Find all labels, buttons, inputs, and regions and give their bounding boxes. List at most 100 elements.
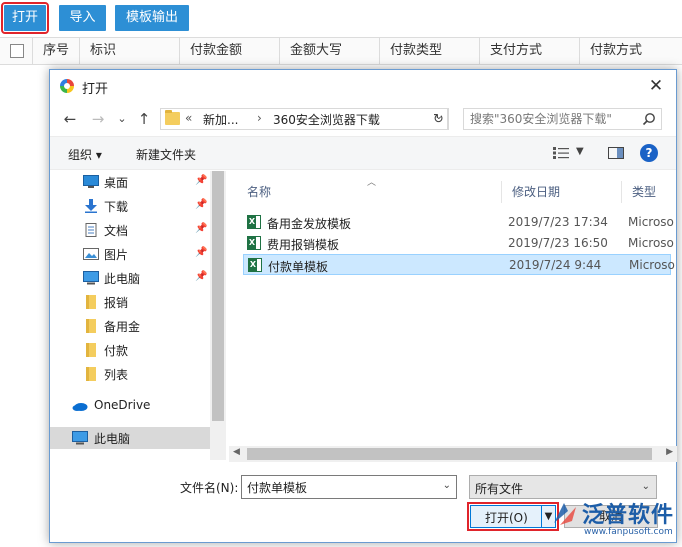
pin-icon[interactable]: 📌	[195, 199, 207, 210]
excel-file-icon	[248, 258, 262, 272]
nav-item-onedrive[interactable]: OneDrive	[50, 395, 210, 417]
forward-arrow-icon[interactable]: →	[88, 108, 108, 130]
column-header[interactable]: 金额大写	[279, 38, 342, 64]
file-type: Microso	[628, 215, 674, 229]
file-date: 2019/7/23 17:34	[508, 215, 608, 229]
file-row[interactable]: 费用报销模板 2019/7/23 16:50 Microso	[243, 233, 674, 254]
excel-file-icon	[247, 236, 261, 250]
preview-pane-icon[interactable]	[608, 147, 624, 159]
pin-icon[interactable]: 📌	[195, 247, 207, 258]
search-box[interactable]	[463, 108, 662, 130]
folder-icon	[86, 319, 96, 333]
desktop-icon	[83, 175, 99, 188]
breadcrumb-separator[interactable]: ›	[257, 111, 262, 125]
nav-item-folder[interactable]: 列表	[50, 363, 210, 385]
organize-menu[interactable]: 组织 ▾	[68, 146, 102, 163]
scroll-left-icon[interactable]: ◀	[233, 447, 240, 457]
nav-item-folder[interactable]: 付款	[50, 339, 210, 361]
help-icon[interactable]: ?	[640, 144, 658, 162]
nav-item-label: 此电脑	[104, 272, 141, 286]
address-bar[interactable]: « 新加... › 360安全浏览器下载 ⌄	[160, 108, 448, 130]
filename-combobox[interactable]: ⌄	[241, 475, 457, 499]
file-name: 付款单模板	[268, 260, 329, 274]
file-date: 2019/7/24 9:44	[509, 258, 602, 272]
column-header[interactable]: 序号	[32, 38, 69, 64]
template-export-button[interactable]: 模板输出	[115, 5, 189, 31]
scrollbar-thumb[interactable]	[212, 171, 224, 421]
computer-icon	[72, 431, 88, 445]
nav-item-this-pc[interactable]: 此电脑	[50, 427, 210, 449]
file-row[interactable]: 备用金发放模板 2019/7/23 17:34 Microso	[243, 212, 674, 233]
brand-logo-icon	[554, 503, 576, 525]
search-icon[interactable]	[642, 112, 656, 126]
navigation-pane: 桌面 📌 下载 📌 文档 📌 图片 📌 此电脑 📌 报销 备用金 付款 列表 O…	[50, 171, 226, 460]
file-type-filter[interactable]: 所有文件 ⌄	[469, 475, 657, 499]
folder-icon	[86, 343, 96, 357]
column-date-modified[interactable]: 修改日期	[501, 181, 621, 203]
nav-item-pictures[interactable]: 图片 📌	[50, 243, 210, 265]
view-dropdown-icon[interactable]: ▼	[576, 146, 584, 157]
nav-item-this-pc-pinned[interactable]: 此电脑 📌	[50, 267, 210, 289]
close-button[interactable]: ✕	[636, 70, 676, 102]
chevron-down-icon[interactable]: ⌄	[642, 481, 650, 492]
pin-icon[interactable]: 📌	[195, 271, 207, 282]
document-icon	[85, 223, 97, 237]
open-file-dialog: 打开 ✕ ← → ⌄ ↑ « 新加... › 360安全浏览器下载 ⌄ ↻ 组织…	[49, 69, 677, 543]
pin-icon[interactable]: 📌	[195, 175, 207, 186]
nav-item-documents[interactable]: 文档 📌	[50, 219, 210, 241]
pin-icon[interactable]: 📌	[195, 223, 207, 234]
filename-input[interactable]	[242, 476, 432, 498]
up-arrow-icon[interactable]: ↑	[134, 108, 154, 130]
nav-item-label: 图片	[104, 248, 129, 262]
column-name[interactable]: 名称	[237, 181, 501, 203]
new-folder-button[interactable]: 新建文件夹	[136, 146, 196, 163]
column-type[interactable]: 类型	[621, 181, 677, 203]
chevron-down-icon[interactable]: ⌄	[443, 480, 451, 491]
browser-logo-icon	[60, 79, 74, 93]
grid-header: 序号 标识 付款金额 金额大写 付款类型 支付方式 付款方式	[0, 37, 682, 65]
open-button[interactable]: 打开	[1, 2, 49, 34]
download-arrow-icon	[85, 199, 97, 213]
nav-item-label: 文档	[104, 224, 129, 238]
nav-item-label: 桌面	[104, 176, 129, 190]
file-row-selected[interactable]: 付款单模板 2019/7/24 9:44 Microso	[243, 254, 675, 275]
file-list-header: ︿ 名称 修改日期 类型	[229, 178, 677, 203]
column-header[interactable]: 支付方式	[479, 38, 542, 64]
back-arrow-icon[interactable]: ←	[60, 108, 80, 130]
breadcrumb-overflow[interactable]: «	[185, 111, 192, 125]
recent-locations-chevron-icon[interactable]: ⌄	[112, 108, 132, 130]
select-all-checkbox[interactable]	[10, 44, 24, 58]
view-options-icon[interactable]	[553, 147, 569, 159]
breadcrumb-item[interactable]: 新加...	[203, 111, 238, 128]
folder-icon	[165, 110, 180, 125]
breadcrumb-item[interactable]: 360安全浏览器下载	[273, 111, 380, 128]
search-input[interactable]	[464, 109, 640, 129]
dialog-open-button[interactable]: 打开(O) ▼	[467, 502, 559, 531]
computer-icon	[83, 271, 99, 285]
dialog-titlebar[interactable]: 打开 ✕	[50, 70, 676, 102]
file-type-filter-value: 所有文件	[475, 482, 524, 496]
filename-label: 文件名(N):	[180, 481, 239, 495]
column-header[interactable]: 付款方式	[579, 38, 642, 64]
main-toolbar: 打开 导入 模板输出	[0, 0, 682, 36]
file-list-horizontal-scrollbar[interactable]: ◀ ▶	[229, 446, 677, 462]
nav-item-folder[interactable]: 备用金	[50, 315, 210, 337]
scrollbar-thumb[interactable]	[247, 448, 652, 460]
column-header[interactable]: 付款金额	[179, 38, 242, 64]
brand-name: 泛普软件	[582, 503, 675, 528]
brand-watermark: 泛普软件 www.fanpusoft.com	[548, 497, 680, 543]
scroll-right-icon[interactable]: ▶	[666, 447, 673, 457]
picture-icon	[83, 248, 99, 260]
column-header[interactable]: 标识	[79, 38, 116, 64]
brand-url: www.fanpusoft.com	[584, 527, 673, 537]
column-header[interactable]: 付款类型	[379, 38, 442, 64]
nav-item-downloads[interactable]: 下载 📌	[50, 195, 210, 217]
file-type: Microso	[628, 236, 674, 250]
nav-item-folder[interactable]: 报销	[50, 291, 210, 313]
nav-pane-scrollbar[interactable]	[210, 171, 226, 460]
file-type: Microso	[629, 258, 675, 272]
nav-item-label: 列表	[104, 368, 129, 382]
import-button[interactable]: 导入	[59, 5, 106, 31]
refresh-icon[interactable]: ↻	[429, 108, 449, 130]
nav-item-desktop[interactable]: 桌面 📌	[50, 171, 210, 193]
